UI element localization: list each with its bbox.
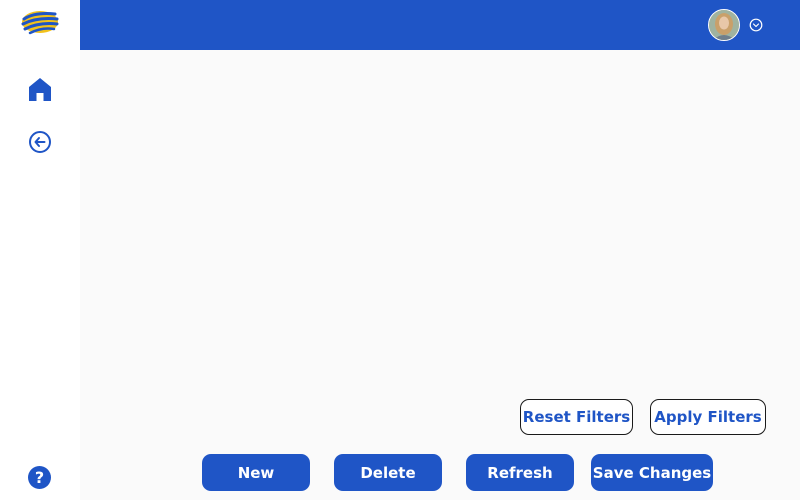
arrow-left-circle-icon	[29, 131, 51, 153]
reset-filters-button[interactable]: Reset Filters	[520, 399, 633, 435]
chevron-down-circle-icon[interactable]	[749, 18, 763, 32]
app-window: ? Reset Filters Apply Filters New Delete…	[0, 0, 800, 500]
refresh-button[interactable]: Refresh	[466, 454, 574, 491]
new-button[interactable]: New	[202, 454, 310, 491]
save-changes-button[interactable]: Save Changes	[591, 454, 713, 491]
home-icon	[29, 78, 51, 101]
top-bar	[80, 0, 800, 50]
sidebar-item-back[interactable]	[26, 128, 54, 156]
help-button[interactable]: ?	[28, 466, 51, 489]
apply-filters-button[interactable]: Apply Filters	[650, 399, 766, 435]
avatar[interactable]	[708, 9, 740, 41]
question-icon: ?	[34, 468, 45, 487]
brand-logo-icon[interactable]	[21, 8, 59, 36]
user-avatar-photo	[709, 10, 739, 40]
sidebar: ?	[0, 0, 80, 500]
delete-button[interactable]: Delete	[334, 454, 442, 491]
sidebar-item-home[interactable]	[26, 75, 54, 103]
